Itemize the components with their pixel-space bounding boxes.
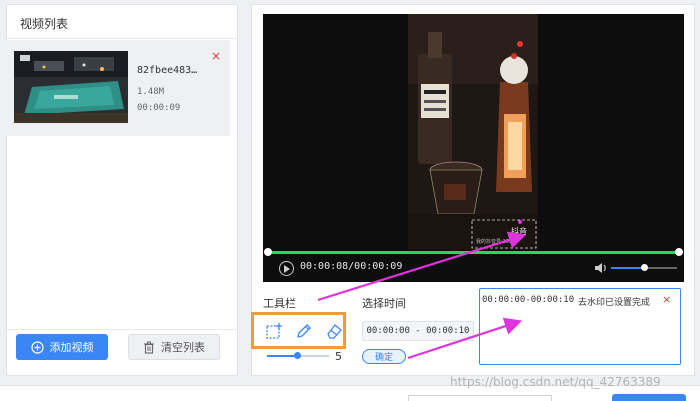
video-duration: 00:00:09 [137, 103, 181, 113]
volume-handle[interactable] [641, 264, 648, 271]
watermark-text: https://blog.csdn.net/qq_42763389 [450, 375, 661, 389]
divider [7, 329, 237, 330]
time-readout: 00:00:08/00:00:09 [300, 261, 403, 272]
video-list-title: 视频列表 [20, 17, 69, 31]
time-range-input[interactable]: 00:00:00 - 00:00:10 [362, 321, 474, 341]
pencil-icon[interactable] [295, 322, 313, 340]
frame-logo-text: 抖音 [511, 227, 527, 236]
select-time-label: 选择时间 [362, 297, 406, 310]
rect-select-icon[interactable] [265, 322, 283, 340]
brush-size-handle[interactable] [293, 352, 301, 359]
brush-size-value: 5 [335, 350, 342, 363]
close-icon[interactable]: × [662, 293, 671, 306]
confirm-button[interactable]: 确定 [362, 349, 406, 364]
video-frame[interactable] [408, 14, 538, 250]
divider [7, 38, 237, 39]
eraser-icon[interactable] [325, 322, 343, 340]
toolbar-label: 工具栏 [263, 297, 296, 310]
volume-icon[interactable] [594, 261, 608, 275]
video-thumbnail [14, 51, 128, 123]
progress-track[interactable] [267, 251, 680, 254]
trash-icon [144, 341, 154, 354]
video-list-item[interactable]: 82fbee483… 1.48M 00:00:09 × [4, 40, 230, 136]
video-size: 1.48M [137, 87, 165, 97]
footer-button[interactable] [612, 394, 686, 401]
frame-logo-subtext: 我的抖音号:1588 [476, 239, 516, 245]
play-button[interactable] [279, 261, 294, 276]
progress-start-handle[interactable] [264, 248, 272, 256]
add-video-label: 添加视频 [49, 341, 94, 354]
progress-end-handle[interactable] [675, 248, 683, 256]
clear-list-button[interactable]: 清空列表 [128, 334, 220, 360]
result-time-range: 00:00:00-00:00:10 [482, 295, 575, 305]
plus-circle-icon [30, 340, 44, 354]
video-name: 82fbee483… [137, 65, 198, 76]
clear-list-label: 清空列表 [161, 341, 205, 354]
result-status: 去水印已设置完成 [578, 298, 651, 308]
footer-input[interactable] [408, 395, 552, 401]
close-icon[interactable]: × [211, 49, 221, 63]
volume-fill [611, 267, 644, 269]
brush-size-fill [267, 355, 297, 357]
add-video-button[interactable]: 添加视频 [16, 334, 108, 360]
